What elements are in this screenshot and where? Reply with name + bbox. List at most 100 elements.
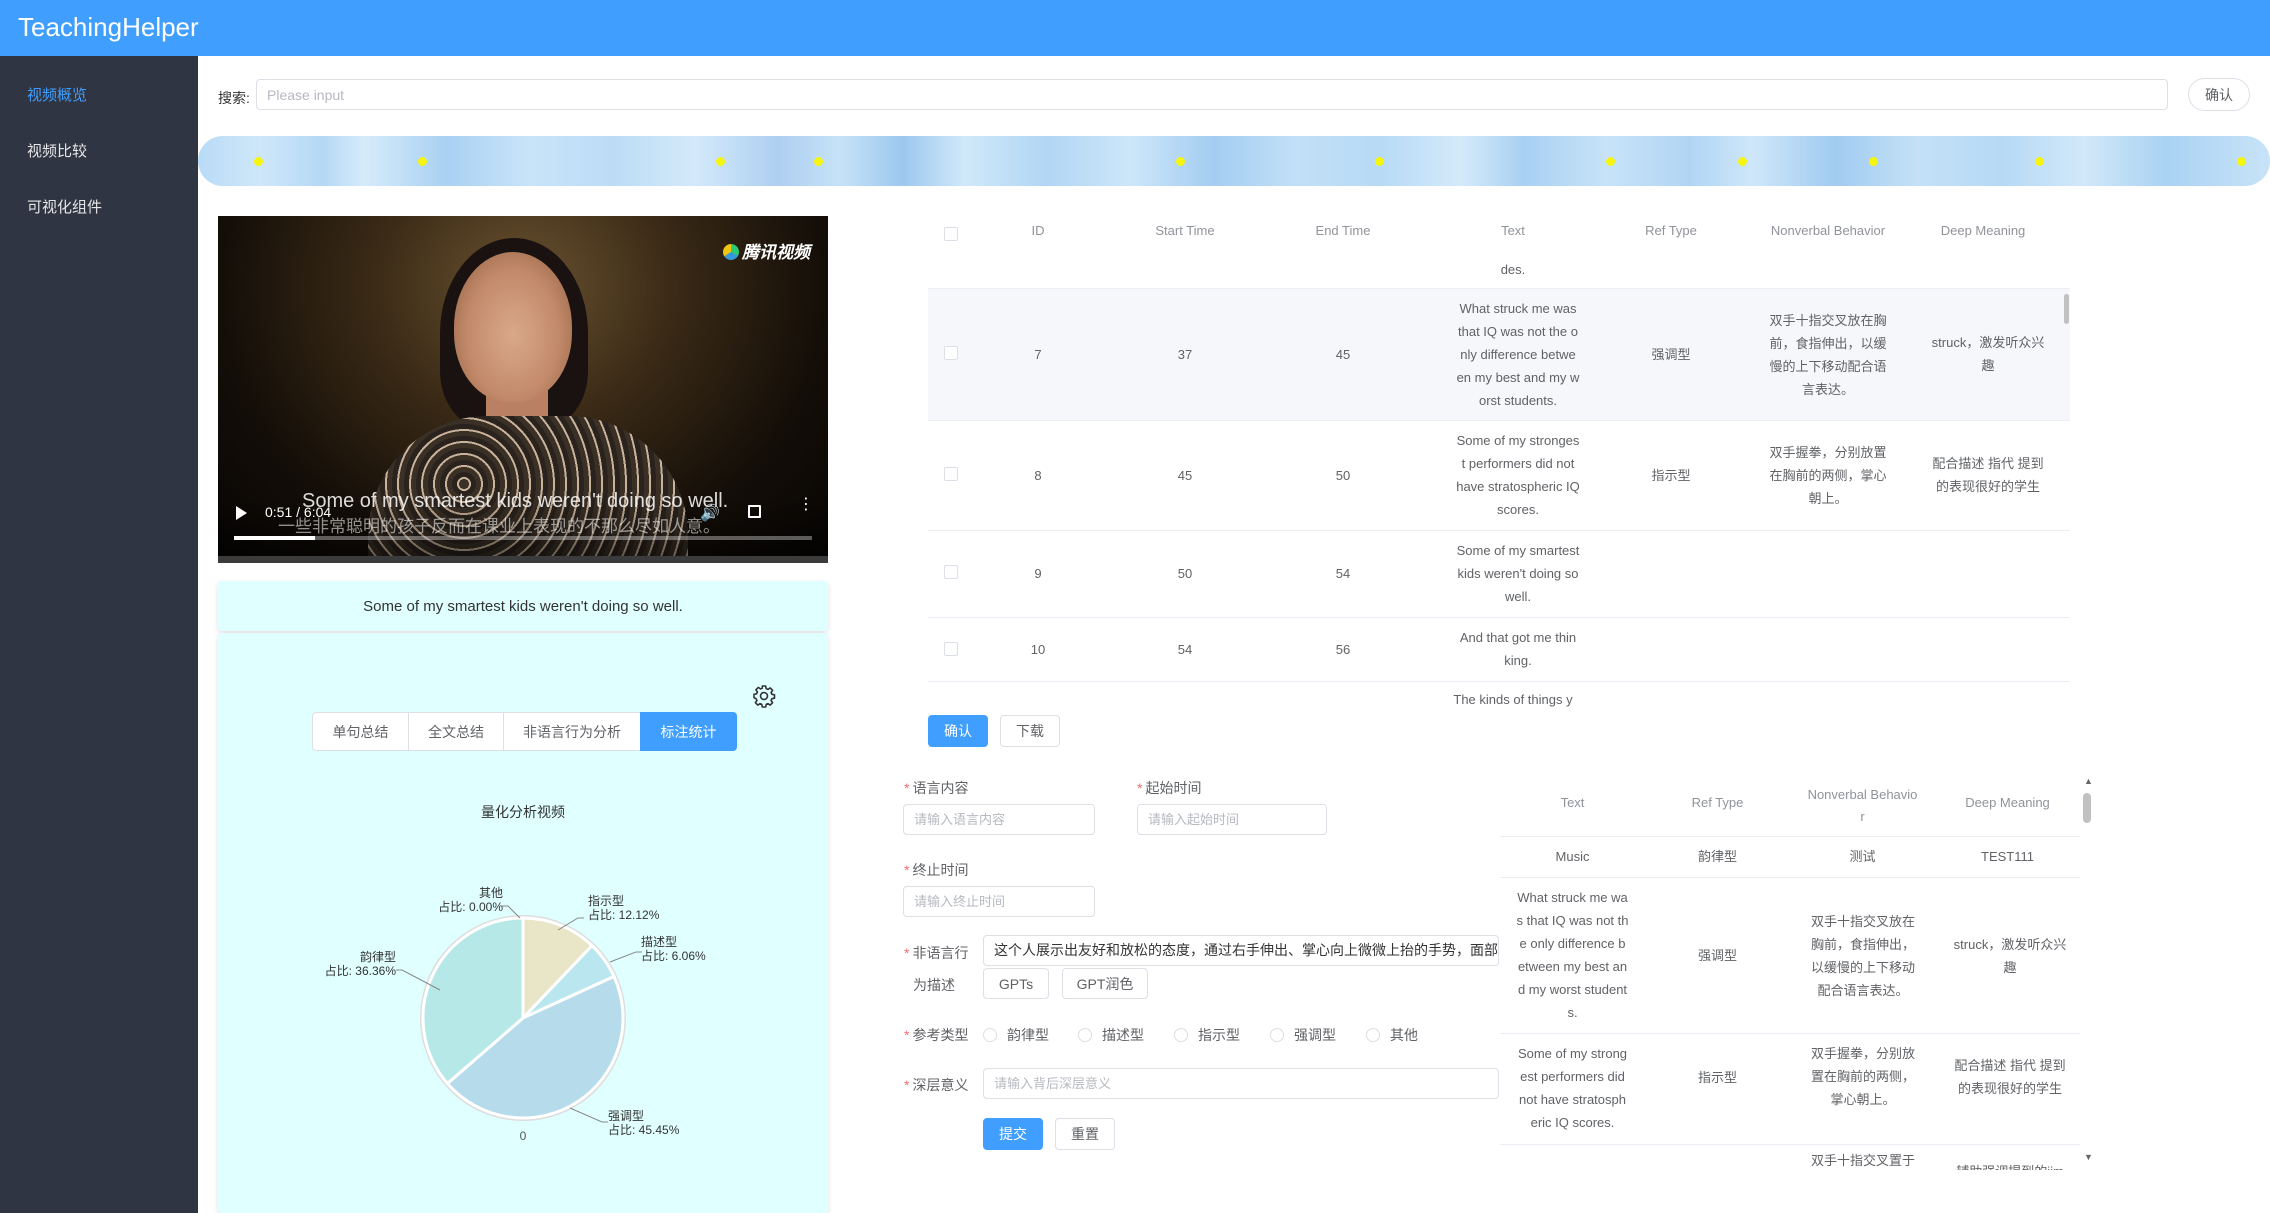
nonverbal-label-line1: 非语言行	[912, 945, 969, 961]
sidebar-item-video-overview[interactable]: 视频概览	[27, 84, 87, 105]
t2-header-text: Text	[1560, 795, 1585, 810]
row-checkbox[interactable]	[944, 467, 958, 481]
t2-cell-nonverbal-partial: 双手十指交叉置于	[1810, 1153, 1915, 1168]
ref-option-emphatic[interactable]: 强调型	[1270, 1025, 1336, 1045]
timeline-marker[interactable]	[2237, 157, 2246, 166]
video-player[interactable]: 腾讯视频 一些非常聪明的孩子反而在课业上表现的不那么尽如人意。 Some of …	[218, 216, 828, 563]
cell-deep-line: 的表现很好的学生	[1935, 479, 2040, 494]
video-progress-fill	[234, 536, 316, 540]
radio-circle[interactable]	[983, 1028, 997, 1042]
scroll-up-icon[interactable]: ▲	[2084, 776, 2093, 786]
search-confirm-button[interactable]: 确认	[2188, 78, 2250, 111]
t2-header-nonverbal-line: Nonverbal Behavio	[1807, 787, 1918, 802]
sidebar-item-visual-components[interactable]: 可视化组件	[27, 196, 102, 217]
ref-option-deictic[interactable]: 指示型	[1174, 1025, 1240, 1045]
table-scrollbar[interactable]	[2064, 294, 2069, 324]
select-all-checkbox[interactable]	[944, 227, 958, 241]
cell-id: 8	[1034, 468, 1042, 483]
cell-text-line: orst students.	[1478, 393, 1558, 408]
cell-text-line: kids weren't doing so	[1457, 566, 1579, 581]
sidebar-item-video-compare[interactable]: 视频比较	[27, 140, 87, 161]
saved-annotations-table: Text Ref Type Nonverbal Behavio r Deep Me…	[1500, 780, 2080, 1170]
row-checkbox[interactable]	[944, 346, 958, 360]
start-time-label-text: 起始时间	[1145, 780, 1202, 796]
table-row[interactable]: Some of my strong est performers did not…	[1500, 1034, 2080, 1144]
header-id: ID	[1031, 223, 1045, 238]
table-header: ID Start Time End Time Text Ref Type Non…	[928, 206, 2070, 254]
row-checkbox[interactable]	[944, 565, 958, 579]
t2-header-nonverbal-line: r	[1860, 809, 1865, 824]
video-bottom-bar	[218, 556, 828, 563]
cell-deep-line: 配合描述 指代 提到	[1932, 456, 2044, 471]
start-time-input[interactable]	[1137, 804, 1327, 835]
chart-title: 量化分析视频	[481, 804, 565, 820]
reset-button[interactable]: 重置	[1055, 1118, 1115, 1150]
fullscreen-icon[interactable]	[748, 505, 761, 518]
ref-option-other[interactable]: 其他	[1366, 1025, 1418, 1045]
gpts-button[interactable]: GPTs	[983, 968, 1049, 999]
settings-gear-icon[interactable]	[752, 684, 776, 708]
ref-option-rhythm[interactable]: 韵律型	[983, 1025, 1049, 1045]
tab-nonverbal-analysis[interactable]: 非语言行为分析	[503, 712, 641, 751]
timeline-marker[interactable]	[2035, 157, 2044, 166]
t2-cell-deep-line: 的表现很好的学生	[1957, 1081, 2062, 1096]
download-button[interactable]: 下载	[1000, 715, 1060, 747]
tab-sentence-summary[interactable]: 单句总结	[312, 712, 409, 751]
t2-cell-text: Some of my strong est performers did not…	[1510, 1042, 1635, 1134]
search-input[interactable]	[256, 79, 2168, 110]
tab-full-summary[interactable]: 全文总结	[408, 712, 504, 751]
more-icon[interactable]: ⋮	[798, 497, 814, 513]
radio-circle[interactable]	[1174, 1028, 1188, 1042]
timeline-marker[interactable]	[1375, 157, 1384, 166]
cell-end: 56	[1335, 642, 1351, 657]
play-icon[interactable]	[236, 506, 247, 520]
cell-text-line: have stratospheric IQ	[1456, 479, 1580, 494]
cell-text-line: that IQ was not the o	[1458, 324, 1578, 339]
timeline-marker[interactable]	[814, 157, 823, 166]
t2-cell-nonverbal: 双手十指交叉放在 胸前，食指伸出， 以缓慢的上下移动 配合语言表达。	[1798, 910, 1928, 1002]
radio-circle[interactable]	[1270, 1028, 1284, 1042]
speech-content-input[interactable]	[903, 804, 1095, 835]
end-time-input[interactable]	[903, 886, 1095, 917]
table-row[interactable]: What struck me wa s that IQ was not th e…	[1500, 878, 2080, 1033]
table-row[interactable]: 10 54 56 And that got me thin king.	[928, 618, 2070, 681]
table-row[interactable]: Music 韵律型 测试 TEST111	[1500, 837, 2080, 877]
table2-scrollbar[interactable]	[2083, 793, 2091, 823]
header-ref-type: Ref Type	[1645, 223, 1697, 238]
radio-circle[interactable]	[1366, 1028, 1380, 1042]
timeline-marker[interactable]	[1606, 157, 1615, 166]
table-confirm-button[interactable]: 确认	[928, 715, 988, 747]
header-nonverbal: Nonverbal Behavior	[1770, 223, 1886, 238]
t2-cell-text-line: s.	[1567, 1005, 1578, 1020]
nonverbal-label: * 非语言行	[904, 945, 969, 961]
deep-meaning-input[interactable]	[983, 1068, 1499, 1099]
video-progress-bar[interactable]	[234, 536, 812, 540]
radio-circle[interactable]	[1078, 1028, 1092, 1042]
table-row[interactable]: 8 45 50 Some of my stronges t performers…	[928, 421, 2070, 530]
pie-label-name: 其他	[479, 886, 503, 900]
timeline-marker[interactable]	[254, 157, 263, 166]
video-timeline[interactable]	[198, 136, 2270, 186]
cell-deep-line: 趣	[1981, 358, 1995, 373]
table-row[interactable]: 7 37 45 What struck me was that IQ was n…	[928, 289, 2070, 420]
tencent-video-logo: 腾讯视频	[723, 238, 810, 263]
tab-annotation-stats[interactable]: 标注统计	[640, 712, 737, 751]
timeline-marker[interactable]	[716, 157, 725, 166]
timeline-marker[interactable]	[1176, 157, 1185, 166]
timeline-marker[interactable]	[1869, 157, 1878, 166]
table-row[interactable]: 9 50 54 Some of my smartest kids weren't…	[928, 531, 2070, 617]
gpt-polish-button[interactable]: GPT润色	[1062, 968, 1148, 999]
volume-icon[interactable]: 🔊	[700, 503, 720, 523]
ref-option-descriptive[interactable]: 描述型	[1078, 1025, 1144, 1045]
t2-header-nonverbal: Nonverbal Behavio r	[1790, 784, 1935, 828]
cell-nonverbal-line: 前，食指伸出，以缓	[1769, 336, 1887, 351]
row-checkbox[interactable]	[944, 642, 958, 656]
timeline-marker[interactable]	[1738, 157, 1747, 166]
timeline-marker[interactable]	[418, 157, 427, 166]
submit-button[interactable]: 提交	[983, 1118, 1043, 1150]
t2-header-deep-meaning: Deep Meaning	[1965, 795, 2050, 810]
pie-label-percent: 占比: 0.00%	[438, 899, 503, 914]
nonverbal-textarea[interactable]: 这个人展示出友好和放松的态度，通过右手伸出、掌心向上微微上抬的手势，面部	[983, 935, 1499, 966]
scroll-down-icon[interactable]: ▼	[2084, 1152, 2093, 1162]
app-title: TeachingHelper	[18, 12, 199, 42]
